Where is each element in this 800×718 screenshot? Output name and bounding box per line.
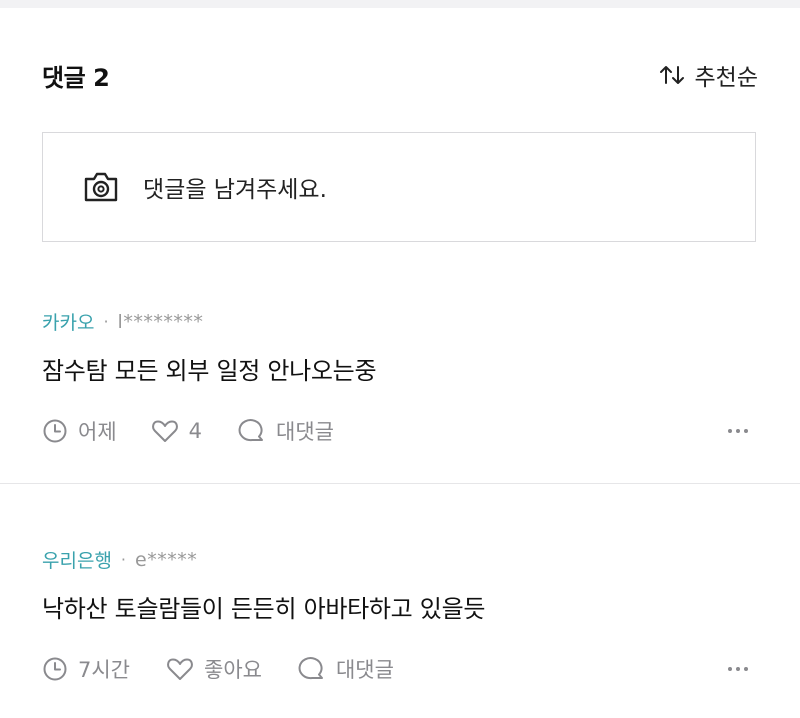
reply-label: 대댓글: [335, 658, 394, 682]
comment-item: 우리은행 · e***** 낙하산 토슬람들이 든든히 아바타하고 있을듯 7시…: [42, 546, 758, 684]
comments-count: 2: [93, 64, 110, 92]
like-count: 4: [188, 419, 203, 443]
top-divider-strip: [0, 0, 800, 8]
comments-title: 댓글 2: [42, 58, 110, 93]
comment-input-placeholder: 댓글을 남겨주세요.: [143, 177, 327, 203]
more-options-button[interactable]: [728, 416, 748, 446]
comment-meta: 우리은행 · e*****: [42, 546, 758, 573]
more-options-button[interactable]: [728, 654, 748, 684]
like-button[interactable]: 4: [151, 418, 202, 444]
comment-text: 잠수탐 모든 외부 일정 안나오는중: [42, 357, 377, 385]
more-dot: [744, 429, 748, 433]
sort-label: 추천순: [694, 65, 758, 91]
speech-bubble-icon: [298, 657, 323, 680]
reply-button[interactable]: 대댓글: [298, 654, 394, 684]
more-dot: [744, 667, 748, 671]
speech-bubble-icon: [238, 419, 264, 442]
clock-icon: [43, 657, 67, 681]
heart-icon: [151, 420, 178, 442]
comment-actions: 어제 4 대댓글: [42, 416, 758, 446]
comment-author[interactable]: 카카오: [42, 308, 94, 335]
more-dot: [728, 667, 732, 671]
comment-divider: [0, 483, 800, 484]
comment-time: 어제: [42, 416, 117, 446]
comment-time-label: 어제: [78, 420, 117, 444]
meta-separator: ·: [120, 550, 127, 569]
comments-title-label: 댓글: [42, 64, 86, 92]
more-dot: [736, 429, 740, 433]
comment-meta: 카카오 · l********: [42, 308, 758, 335]
comments-header: 댓글 2 추천순: [42, 58, 758, 94]
reply-label: 대댓글: [276, 420, 334, 444]
comment-user-id: e*****: [135, 548, 198, 571]
more-dot: [728, 429, 732, 433]
sort-button[interactable]: 추천순: [659, 58, 758, 92]
like-button[interactable]: 좋아요: [166, 654, 262, 684]
comment-item: 카카오 · l******** 잠수탐 모든 외부 일정 안나오는중 어제 4 …: [42, 308, 758, 446]
heart-icon: [167, 658, 193, 680]
comment-user-id: l********: [117, 310, 204, 333]
comment-time-label: 7시간: [78, 658, 131, 682]
comment-time: 7시간: [42, 654, 130, 684]
clock-icon: [43, 419, 67, 443]
comment-author[interactable]: 우리은행: [42, 546, 112, 573]
comment-text: 낙하산 토슬람들이 든든히 아바타하고 있을듯: [42, 595, 486, 623]
comment-actions: 7시간 좋아요 대댓글: [42, 654, 758, 684]
like-label: 좋아요: [204, 658, 262, 682]
sort-arrows-icon: [659, 66, 684, 84]
camera-icon: [84, 172, 118, 202]
more-dot: [736, 667, 740, 671]
comment-input[interactable]: 댓글을 남겨주세요.: [42, 132, 756, 242]
meta-separator: ·: [103, 312, 109, 331]
reply-button[interactable]: 대댓글: [238, 416, 334, 446]
